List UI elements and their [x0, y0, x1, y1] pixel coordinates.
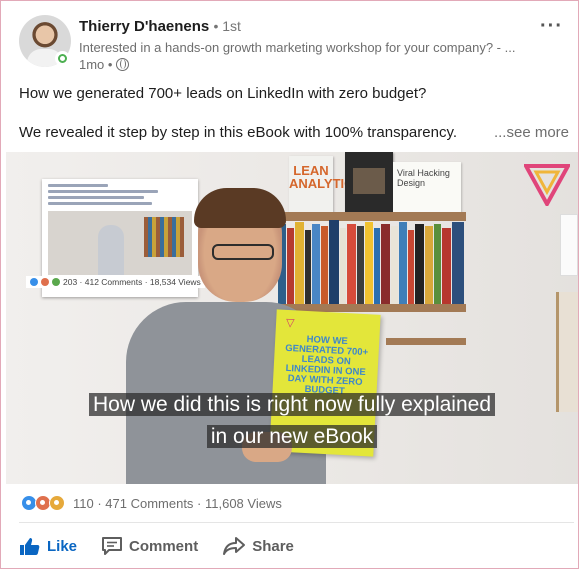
book-viral: Viral Hacking Design: [393, 162, 461, 214]
post-actions: Like Comment Share: [19, 533, 294, 559]
video-caption-line-2: in our new eBook: [6, 422, 578, 452]
thumbnail-stats-text: 203 · 412 Comments · 18,534 Views: [63, 277, 201, 287]
comment-label: Comment: [129, 537, 199, 555]
post-time: 1mo •: [79, 57, 113, 72]
author-name[interactable]: Thierry D'haenens: [79, 18, 209, 35]
like-label: Like: [47, 537, 78, 555]
post-text-line-2-row: We revealed it step by step in this eBoo…: [19, 122, 575, 144]
bookcase: [278, 214, 466, 312]
social-counts-text[interactable]: 110 · 471 Comments · 11,608 Views: [73, 496, 282, 511]
post-meta: 1mo •: [79, 57, 130, 72]
shelf-lower: [386, 338, 466, 345]
post-text-line-1: How we generated 700+ leads on LinkedIn …: [19, 85, 427, 102]
globe-icon: [116, 58, 130, 71]
like-icon: [20, 538, 40, 555]
online-status-icon: [55, 51, 70, 66]
share-icon: [223, 537, 246, 555]
social-counts[interactable]: 110 · 471 Comments · 11,608 Views: [21, 495, 282, 511]
post-header: Thierry D'haenens • 1st Interested in a …: [19, 15, 569, 75]
book-lean-analytics: LEAN ANALYTICS: [289, 156, 362, 214]
presenter-hair: [194, 188, 286, 228]
post-text-line-2: We revealed it step by step in this eBoo…: [19, 124, 458, 141]
ebook-logo-icon: ▽: [285, 316, 295, 330]
feed-post: Thierry D'haenens • 1st Interested in a …: [0, 0, 579, 569]
brand-logo-icon: [524, 164, 570, 206]
thumbnail-stats: 203 · 412 Comments · 18,534 Views: [26, 276, 205, 288]
see-more-link[interactable]: ...see more: [494, 122, 569, 144]
post-video[interactable]: LEAN ANALYTICS Viral Hacking Design 203 …: [6, 152, 578, 484]
share-button[interactable]: Share: [222, 533, 294, 559]
book-dark: [345, 152, 393, 212]
author-line: Thierry D'haenens • 1st: [79, 18, 241, 35]
wall-poster: [560, 214, 578, 276]
share-label: Share: [252, 537, 294, 555]
comment-icon: [102, 537, 123, 555]
like-button[interactable]: Like: [19, 533, 77, 559]
presenter-glasses: [212, 244, 274, 260]
video-caption-line-1: How we did this is right now fully expla…: [6, 390, 578, 420]
actions-divider: [19, 522, 574, 523]
celebrate-reaction-icon: [49, 495, 65, 511]
ebook-title: HOW WE GENERATED 700+ LEADS ON LINKEDIN …: [284, 333, 369, 398]
author-headline: Interested in a hands-on growth marketin…: [79, 40, 516, 55]
connection-degree: • 1st: [213, 18, 241, 34]
comment-button[interactable]: Comment: [101, 533, 198, 559]
more-options-icon[interactable]: ···: [540, 15, 563, 38]
